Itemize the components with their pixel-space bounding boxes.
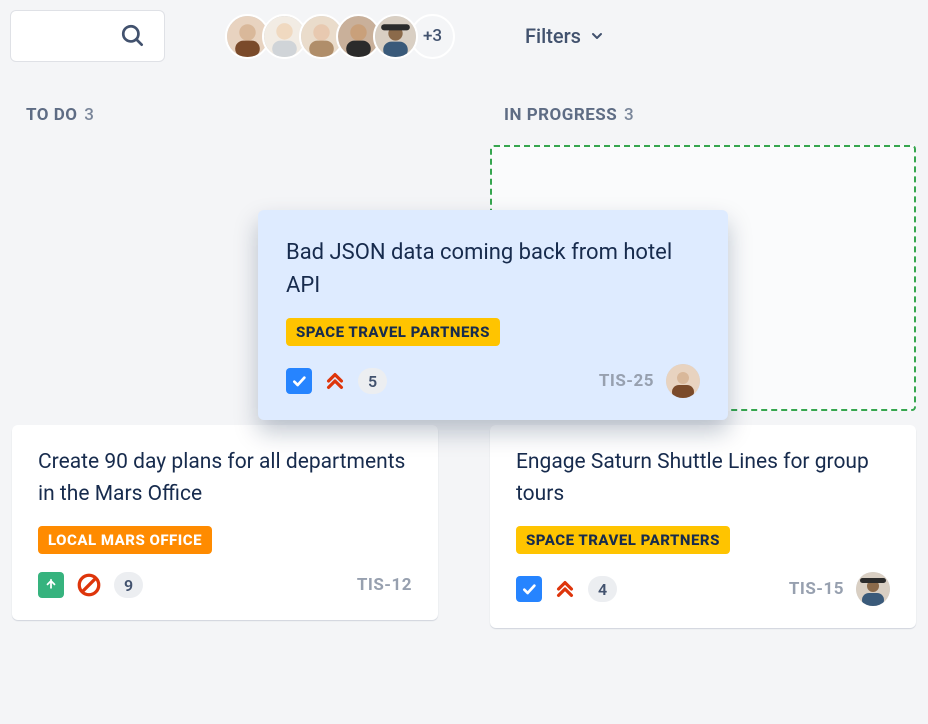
issue-card[interactable]: Engage Saturn Shuttle Lines for group to… [490,425,916,628]
card-title: Engage Saturn Shuttle Lines for group to… [516,447,890,510]
priority-highest-icon [554,578,576,600]
avatar-overflow-label: +3 [423,26,442,46]
issuetype-story-icon [38,572,64,598]
column-count: 3 [84,105,94,125]
priority-highest-icon [324,370,346,392]
issue-key: TIS-15 [789,579,844,599]
chevron-down-icon [589,28,605,44]
issuetype-task-icon [516,576,542,602]
assignee-avatar[interactable] [856,572,890,606]
search-box[interactable] [10,10,165,62]
assignee-avatar[interactable] [666,364,700,398]
story-points: 5 [358,368,387,394]
epic-label: SPACE TRAVEL PARTNERS [516,526,730,554]
card-title: Create 90 day plans for all departments … [38,447,412,510]
column-header: IN PROGRESS 3 [490,105,916,125]
filters-label: Filters [525,24,581,48]
story-points: 4 [588,576,617,602]
avatar-stack: +3 [225,14,455,59]
filters-button[interactable]: Filters [525,24,605,48]
issue-card[interactable]: Create 90 day plans for all departments … [12,425,438,620]
story-points: 9 [114,572,143,598]
column-title: TO DO [26,105,78,125]
epic-label: SPACE TRAVEL PARTNERS [286,318,500,346]
issuetype-task-icon [286,368,312,394]
epic-label: LOCAL MARS OFFICE [38,526,212,554]
column-title: IN PROGRESS [504,105,617,125]
column-count: 3 [624,105,634,125]
card-title: Bad JSON data coming back from hotel API [286,236,700,302]
dragging-card[interactable]: Bad JSON data coming back from hotel API… [258,210,728,420]
issue-key: TIS-12 [357,575,412,595]
column-header: TO DO 3 [12,105,438,125]
blocked-icon [76,572,102,598]
avatar[interactable] [373,14,418,59]
issue-key: TIS-25 [599,371,654,391]
search-icon [120,23,146,49]
